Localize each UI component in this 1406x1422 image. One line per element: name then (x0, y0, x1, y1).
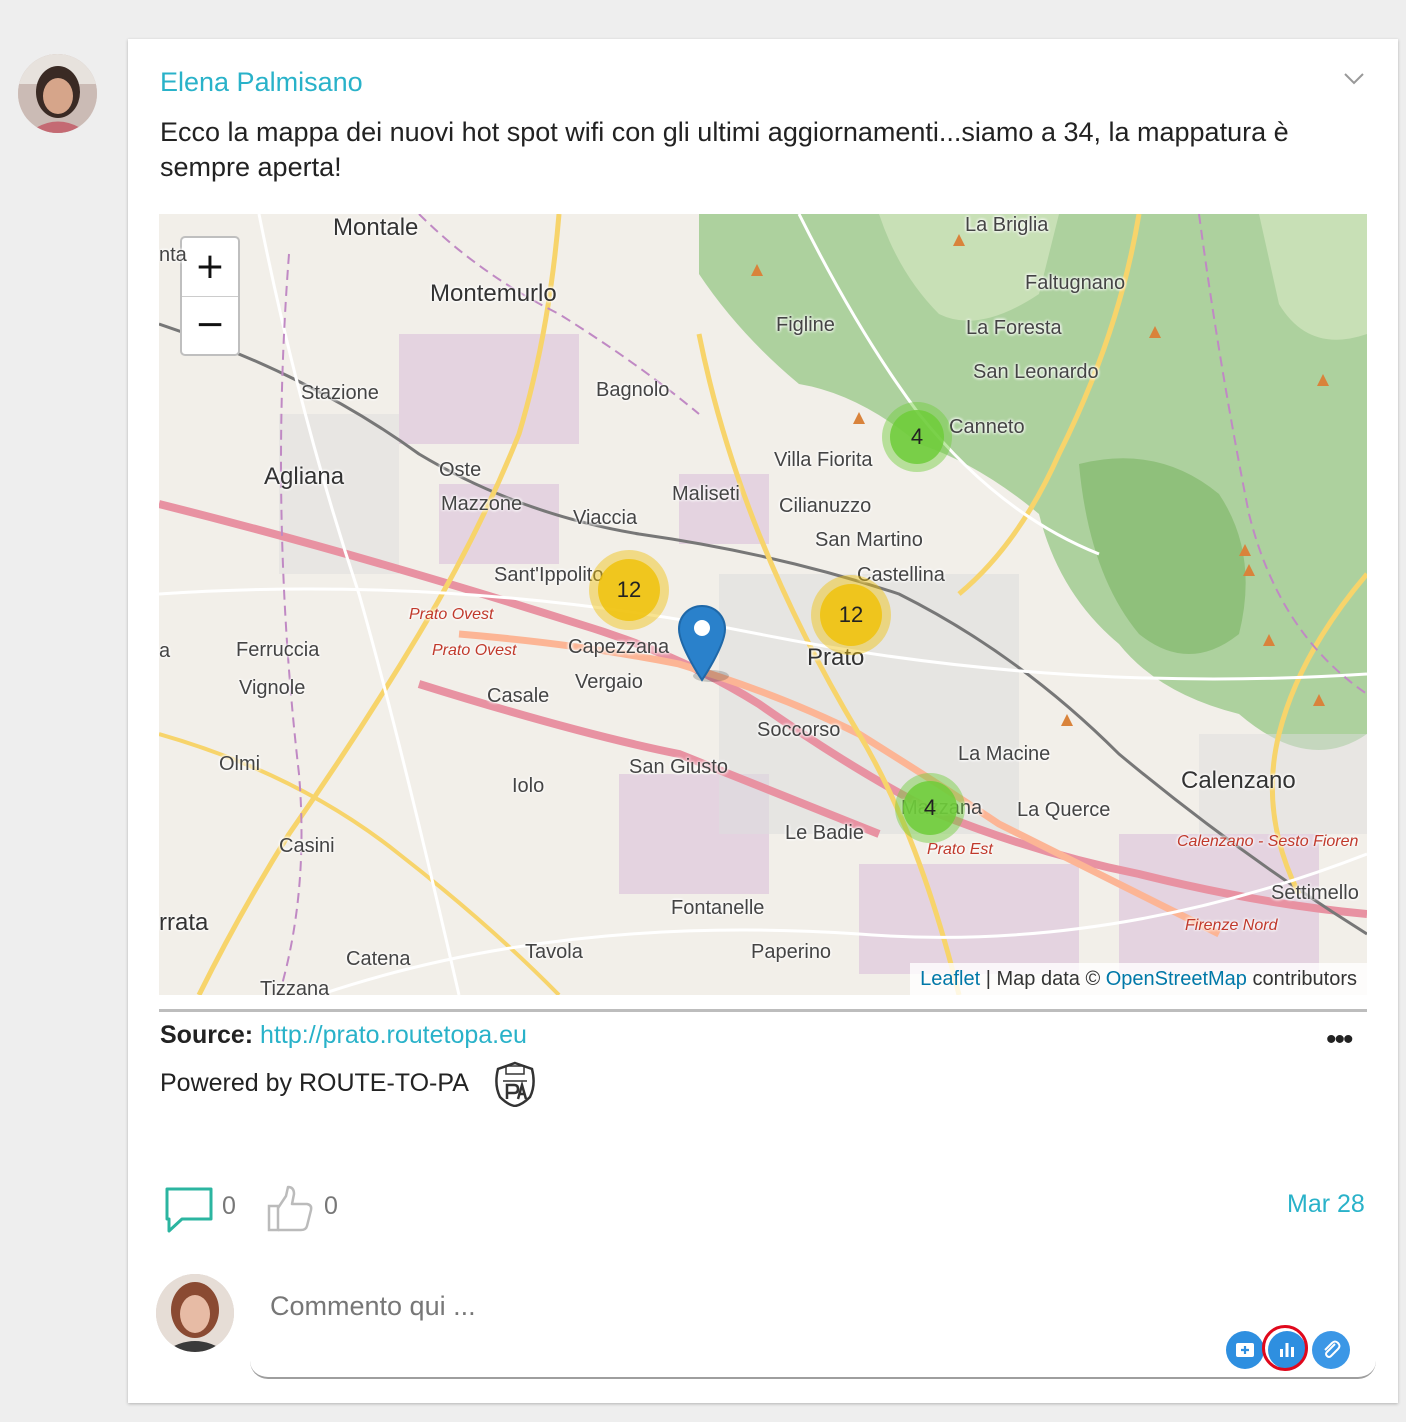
map-label: Casini (279, 835, 335, 857)
map-label: San Leonardo (973, 361, 1099, 383)
map-label: nta (159, 244, 187, 266)
thumbs-up-icon[interactable] (265, 1184, 315, 1234)
map-label: Capezzana (568, 636, 670, 658)
marker-cluster[interactable]: 12 (811, 575, 891, 655)
source-line: Source: http://prato.routetopa.eu (160, 1021, 527, 1050)
comment-icon[interactable] (164, 1185, 214, 1235)
map-label: Soccorso (757, 719, 841, 741)
divider (159, 1009, 1367, 1012)
map-attribution: Leaflet | Map data © OpenStreetMap contr… (910, 963, 1367, 995)
zoom-control: + − (180, 236, 240, 356)
map-label: Faltugnano (1025, 272, 1126, 294)
map-label: La Querce (1017, 799, 1111, 821)
author-avatar[interactable] (18, 54, 97, 133)
map-label: Tizzana (260, 978, 330, 995)
cluster-count: 12 (598, 559, 660, 621)
comment-input[interactable] (268, 1285, 1172, 1327)
map-label: Olmi (219, 753, 261, 775)
more-options-button[interactable]: ••• (1326, 1023, 1353, 1057)
map-label: Viaccia (573, 507, 638, 529)
map-label: Villa Fiorita (774, 449, 873, 471)
attach-file-button[interactable] (1312, 1331, 1350, 1369)
map[interactable]: + − nta Montale Montemurlo La Briglia Fa… (159, 214, 1367, 995)
add-image-button[interactable] (1226, 1331, 1264, 1369)
map-label: Fontanelle (671, 897, 765, 919)
route-to-pa-logo-icon (495, 1061, 535, 1107)
current-user-avatar[interactable] (156, 1274, 234, 1352)
highlight-ring (1262, 1325, 1308, 1371)
map-label: Sant'Ippolito (494, 564, 604, 586)
cluster-count: 12 (820, 584, 882, 646)
map-label: Figline (776, 314, 835, 336)
marker-cluster[interactable]: 4 (895, 773, 965, 843)
chevron-down-icon[interactable] (1341, 65, 1367, 91)
marker-cluster[interactable]: 12 (589, 550, 669, 630)
map-label: Tavola (525, 941, 583, 963)
openstreetmap-link[interactable]: OpenStreetMap (1106, 968, 1247, 990)
map-label: Settimello (1271, 882, 1359, 904)
map-label: Vignole (239, 677, 306, 699)
map-label: La Macine (958, 743, 1051, 765)
cluster-count: 4 (903, 781, 957, 835)
map-tiles (159, 214, 1367, 995)
powered-by-text: Powered by ROUTE-TO-PA (160, 1069, 469, 1097)
map-label: Calenzano (1181, 767, 1296, 794)
map-label: Prato Est (927, 841, 993, 858)
map-label: Canneto (949, 416, 1025, 438)
attribution-text: | Map data © (980, 968, 1106, 990)
post-text: Ecco la mappa dei nuovi hot spot wifi co… (160, 117, 1289, 182)
marker-cluster[interactable]: 4 (882, 402, 952, 472)
leaflet-link[interactable]: Leaflet (920, 968, 980, 990)
map-label: Prato Ovest (432, 642, 517, 659)
map-label: Le Badie (785, 822, 864, 844)
post-date[interactable]: Mar 28 (1287, 1190, 1365, 1219)
attribution-text: contributors (1246, 968, 1357, 990)
map-label: Oste (439, 459, 482, 481)
map-label: Casale (487, 685, 550, 707)
map-label: a (159, 640, 171, 662)
map-label: Agliana (264, 463, 345, 490)
map-label: Firenze Nord (1185, 917, 1278, 934)
image-add-icon (1236, 1343, 1254, 1357)
map-label: Ferruccia (236, 639, 320, 661)
cluster-count: 4 (890, 410, 944, 464)
map-label: rrata (159, 909, 209, 936)
map-label: Mazzone (441, 493, 523, 515)
author-name[interactable]: Elena Palmisano (160, 67, 363, 98)
map-label: Vergaio (575, 671, 643, 693)
zoom-in-button[interactable]: + (182, 238, 238, 297)
zoom-out-button[interactable]: − (182, 296, 238, 354)
map-pin-icon[interactable] (677, 604, 731, 684)
map-label: Calenzano - Sesto Fioren (1177, 833, 1359, 850)
map-label: La Briglia (965, 214, 1049, 236)
map-label: Iolo (512, 775, 545, 797)
comment-box (250, 1275, 1376, 1379)
map-label: Montemurlo (430, 280, 557, 307)
map-label: Maliseti (672, 483, 740, 505)
like-count: 0 (324, 1192, 338, 1220)
map-label: Catena (346, 948, 411, 970)
map-label: Cilianuzzo (779, 495, 872, 517)
source-label: Source: (160, 1021, 254, 1049)
post-card: Elena Palmisano Ecco la mappa dei nuovi … (128, 39, 1398, 1403)
map-label: Paperino (751, 941, 832, 963)
paperclip-icon (1324, 1340, 1341, 1358)
source-link[interactable]: http://prato.routetopa.eu (260, 1021, 527, 1049)
map-label: San Martino (815, 529, 923, 551)
comment-count: 0 (222, 1192, 236, 1220)
map-label: La Foresta (966, 317, 1062, 339)
map-label: Prato Ovest (409, 606, 494, 623)
map-label: Bagnolo (596, 379, 670, 401)
map-label: Montale (333, 214, 419, 241)
map-label: San Giusto (629, 756, 728, 778)
map-label: Stazione (301, 382, 379, 404)
